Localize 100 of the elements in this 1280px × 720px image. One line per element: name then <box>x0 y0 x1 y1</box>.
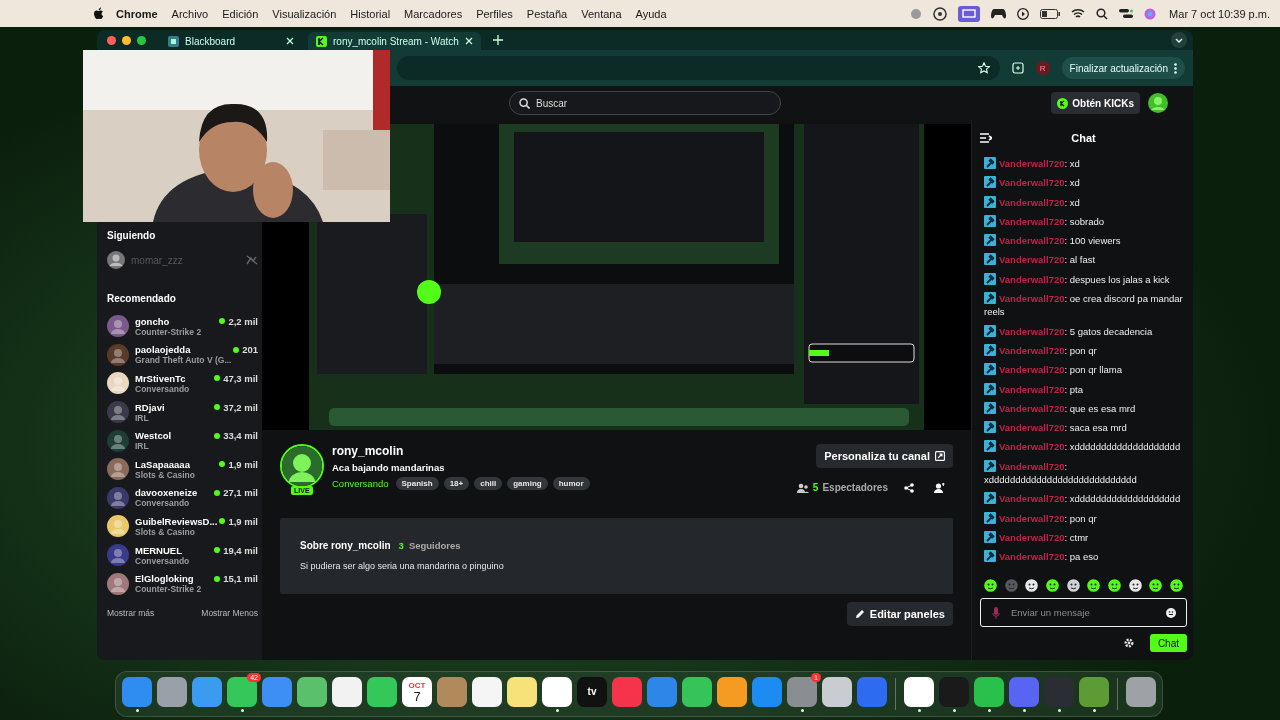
app-icon[interactable]: OCT 7 <box>402 676 432 707</box>
app-icon[interactable]: tv <box>577 676 607 707</box>
search-field[interactable]: Buscar <box>509 91 781 115</box>
app-icon[interactable] <box>297 676 327 707</box>
menu-item[interactable]: Archivo <box>171 7 209 20</box>
channel-item[interactable]: davooxeneize 27,1 mil Conversando <box>107 483 258 513</box>
avatar <box>107 458 129 481</box>
chat-message: Vanderwall720: pon qr <box>984 508 1185 528</box>
hammer-icon <box>984 363 996 376</box>
update-button[interactable]: Finalizar actualización <box>1061 57 1185 79</box>
menu-item[interactable]: Ayuda <box>635 7 667 20</box>
settings-icon[interactable] <box>1123 638 1134 648</box>
app-icon[interactable] <box>472 676 502 707</box>
channel-category: Conversando <box>135 555 191 566</box>
app-icon[interactable] <box>717 676 747 707</box>
app-icon[interactable] <box>542 676 572 707</box>
channel-item[interactable]: ElGlogloking 15,1 mil Counter-Strike 2 <box>107 569 258 598</box>
emote-icon[interactable] <box>1169 579 1183 592</box>
category-link[interactable]: Conversando <box>332 478 389 489</box>
chat-message: Vanderwall720: al fast <box>984 250 1185 270</box>
hammer-icon <box>984 530 996 543</box>
tag[interactable]: Spanish <box>395 477 439 490</box>
emote-icon[interactable] <box>1066 579 1080 592</box>
channel-item[interactable]: MERNUEL 19,4 mil Conversando <box>107 540 258 570</box>
channel-item[interactable]: GuibelReviewsD... 1,9 mil Slots & Casino <box>107 512 258 541</box>
app-icon[interactable] <box>332 676 362 707</box>
chat-message: Vanderwall720: pa eso <box>984 547 1185 567</box>
emote-icon[interactable] <box>984 579 997 592</box>
new-tab-icon[interactable] <box>492 35 503 45</box>
app-icon[interactable] <box>974 676 1004 707</box>
user-avatar[interactable] <box>1148 93 1168 113</box>
channel-item[interactable]: Westcol 33,4 mil IRL <box>107 426 258 455</box>
emote-icon[interactable] <box>1128 579 1142 592</box>
section-title: Recomendado <box>107 293 177 304</box>
app-menu[interactable]: Chrome <box>116 7 158 20</box>
emote-icon[interactable] <box>1149 579 1163 592</box>
minimize-window-button[interactable] <box>122 35 131 45</box>
kicks-button[interactable]: Obtén KICKs <box>1051 92 1140 114</box>
profile-avatar[interactable]: R <box>1035 61 1050 75</box>
app-icon[interactable] <box>682 676 712 707</box>
emote-icon[interactable] <box>1025 579 1039 592</box>
send-chat-button[interactable]: Chat <box>1149 634 1187 652</box>
tag[interactable]: chill <box>474 477 503 490</box>
menu-item[interactable]: Ventana <box>581 7 622 20</box>
app-icon[interactable] <box>1126 676 1156 707</box>
show-less-link[interactable]: Mostrar Menos <box>201 607 258 618</box>
channel-category: IRL <box>135 441 150 452</box>
clock[interactable]: Mar 7 oct 10:39 p.m. <box>1169 7 1270 20</box>
channel-category: Conversando <box>135 498 191 509</box>
close-icon[interactable] <box>464 37 473 45</box>
channel-item[interactable]: RDjavi 37,2 mil IRL <box>107 397 258 427</box>
avatar <box>107 544 129 567</box>
menu-item[interactable]: Pestaña <box>526 7 568 20</box>
tag[interactable]: 18+ <box>443 477 470 490</box>
customize-channel-button[interactable]: Personaliza tu canal <box>816 444 953 468</box>
extension-icon[interactable] <box>1011 62 1024 74</box>
emote-icon[interactable] <box>1107 579 1121 592</box>
tag[interactable]: gaming <box>507 477 548 490</box>
menu-item[interactable]: Edición <box>222 7 259 20</box>
chat-message: Vanderwall720: sobrado <box>984 211 1185 232</box>
channel-item[interactable]: goncho 2,2 mil Counter-Strike 2 <box>107 312 258 341</box>
collapse-chat-icon[interactable] <box>980 133 992 143</box>
show-more-link[interactable]: Mostrar más <box>107 607 155 618</box>
app-icon[interactable] <box>904 676 934 707</box>
channel-name[interactable]: rony_mcolin <box>332 444 789 458</box>
live-dot-icon <box>214 432 221 439</box>
channel-item[interactable]: paolaojedda 201 Grand Theft Auto V (G... <box>107 340 258 370</box>
app-icon[interactable] <box>367 676 397 707</box>
browser-tab[interactable]: rony_mcolin Stream - Watch <box>308 32 481 50</box>
emote-icon[interactable] <box>1045 579 1059 592</box>
app-icon[interactable] <box>507 676 537 707</box>
close-icon[interactable] <box>286 37 294 45</box>
site-icon <box>316 35 327 47</box>
channel-category: Grand Theft Auto V (G... <box>135 355 233 366</box>
message-field[interactable]: Enviar un mensaje <box>980 598 1187 627</box>
user-settings-icon[interactable] <box>934 482 945 493</box>
chat-message: Vanderwall720: 100 viewers <box>984 231 1185 251</box>
zoom-window-button[interactable] <box>137 35 146 45</box>
star-icon[interactable] <box>977 62 990 74</box>
chat-title: Chat <box>1070 132 1097 144</box>
chat-message: Vanderwall720: saca esa mrd <box>984 418 1185 438</box>
menu-item[interactable]: Historial <box>350 7 391 20</box>
close-window-button[interactable] <box>107 35 116 45</box>
tag[interactable]: humor <box>552 477 590 490</box>
viewer-count: 2,2 mil <box>228 315 258 327</box>
share-icon[interactable] <box>904 482 914 493</box>
app-icon[interactable] <box>822 676 852 707</box>
chat-message: Vanderwall720: pon qr llama <box>984 360 1185 380</box>
browser-tab[interactable]: Blackboard <box>160 32 302 50</box>
live-dot-icon <box>214 575 221 582</box>
edit-panels-button[interactable]: Editar paneles <box>846 602 953 626</box>
menu-item[interactable]: Marcadores <box>404 7 463 20</box>
about-title: Sobre rony_mcolin <box>300 540 391 551</box>
channel-item[interactable]: MrStivenTc 47,3 mil Conversando <box>107 369 258 398</box>
channel-avatar[interactable] <box>280 444 324 488</box>
emote-icon[interactable] <box>1087 579 1101 592</box>
menu-item[interactable]: Visualización <box>272 7 337 20</box>
channel-item[interactable]: LaSapaaaaa 1,9 mil Slots & Casino <box>107 454 258 484</box>
menu-item[interactable]: Perfiles <box>476 7 513 20</box>
chevron-down-icon[interactable] <box>1171 32 1187 48</box>
